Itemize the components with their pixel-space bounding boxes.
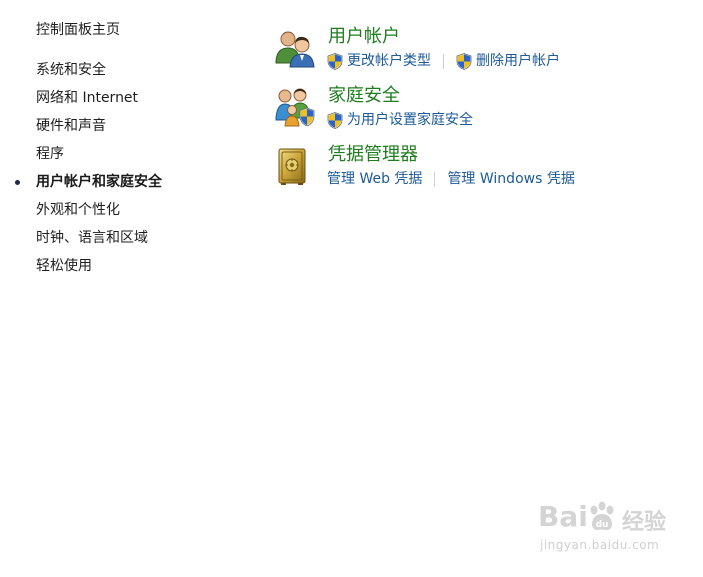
control-panel-window: 控制面板主页 系统和安全 网络和 Internet 硬件和声音 程序 用户帐户和… [0,0,703,577]
active-bullet-icon [15,180,20,185]
uac-shield-icon [327,52,343,70]
nav-item-ease-of-access[interactable]: 轻松使用 [36,256,162,284]
link-label: 为用户设置家庭安全 [347,112,473,128]
link-setup-family-safety[interactable]: 为用户设置家庭安全 [327,111,473,129]
baidu-paw-icon: du [590,501,614,530]
nav-item-label: 用户帐户和家庭安全 [36,174,162,190]
nav-item-hardware-sound[interactable]: 硬件和声音 [36,116,162,144]
link-separator [443,53,444,69]
link-label: 管理 Web 凭据 [327,171,423,187]
nav-item-label: 程序 [36,146,64,162]
uac-shield-icon [456,52,472,70]
link-label: 删除用户帐户 [476,53,560,69]
nav-item-label: 硬件和声音 [36,118,106,134]
nav-item-system-security[interactable]: 系统和安全 [36,60,162,88]
link-manage-web-credentials[interactable]: 管理 Web 凭据 [327,170,422,188]
category-title-user-accounts[interactable]: 用户帐户 [328,25,400,49]
nav-item-label: 网络和 Internet [36,90,139,106]
nav-control-panel-home[interactable]: 控制面板主页 [36,19,120,39]
family-safety-icon[interactable] [274,86,316,128]
link-label: 管理 Windows 凭据 [447,171,575,187]
watermark-logo-text: Bai [538,500,588,533]
link-delete-user-account[interactable]: 删除用户帐户 [456,52,560,70]
uac-shield-icon [327,111,343,129]
nav-item-label: 系统和安全 [36,62,106,78]
nav-item-label: 外观和个性化 [36,202,120,218]
svg-text:du: du [596,520,609,530]
baidu-jingyan-watermark: Bai du 经验 jingyan.baidu.com [534,498,674,560]
link-label: 更改帐户类型 [347,53,431,69]
link-change-account-type[interactable]: 更改帐户类型 [327,52,431,70]
link-separator [434,171,436,187]
users-icon[interactable] [274,27,316,69]
nav-item-user-accounts-family-safety[interactable]: 用户帐户和家庭安全 [15,172,162,200]
watermark-jingyan-text: 经验 [622,510,667,535]
link-manage-windows-credentials[interactable]: 管理 Windows 凭据 [447,170,574,188]
category-title-family-safety[interactable]: 家庭安全 [328,84,400,108]
category-links: 为用户设置家庭安全 [327,111,473,129]
nav-item-programs[interactable]: 程序 [36,144,162,172]
nav-category-list: 系统和安全 网络和 Internet 硬件和声音 程序 用户帐户和家庭安全 外观… [15,60,162,284]
watermark-url: jingyan.baidu.com [540,538,660,552]
credential-vault-icon[interactable] [274,145,316,187]
nav-item-network-internet[interactable]: 网络和 Internet [36,88,162,116]
nav-item-label: 轻松使用 [36,258,92,274]
category-links: 管理 Web 凭据 管理 Windows 凭据 [327,170,575,188]
category-title-credential-manager[interactable]: 凭据管理器 [328,143,418,167]
nav-item-appearance-personalization[interactable]: 外观和个性化 [36,200,162,228]
nav-item-label: 时钟、语言和区域 [36,230,148,246]
nav-item-clock-language-region[interactable]: 时钟、语言和区域 [36,228,162,256]
category-links: 更改帐户类型 删除用户帐户 [327,52,560,70]
